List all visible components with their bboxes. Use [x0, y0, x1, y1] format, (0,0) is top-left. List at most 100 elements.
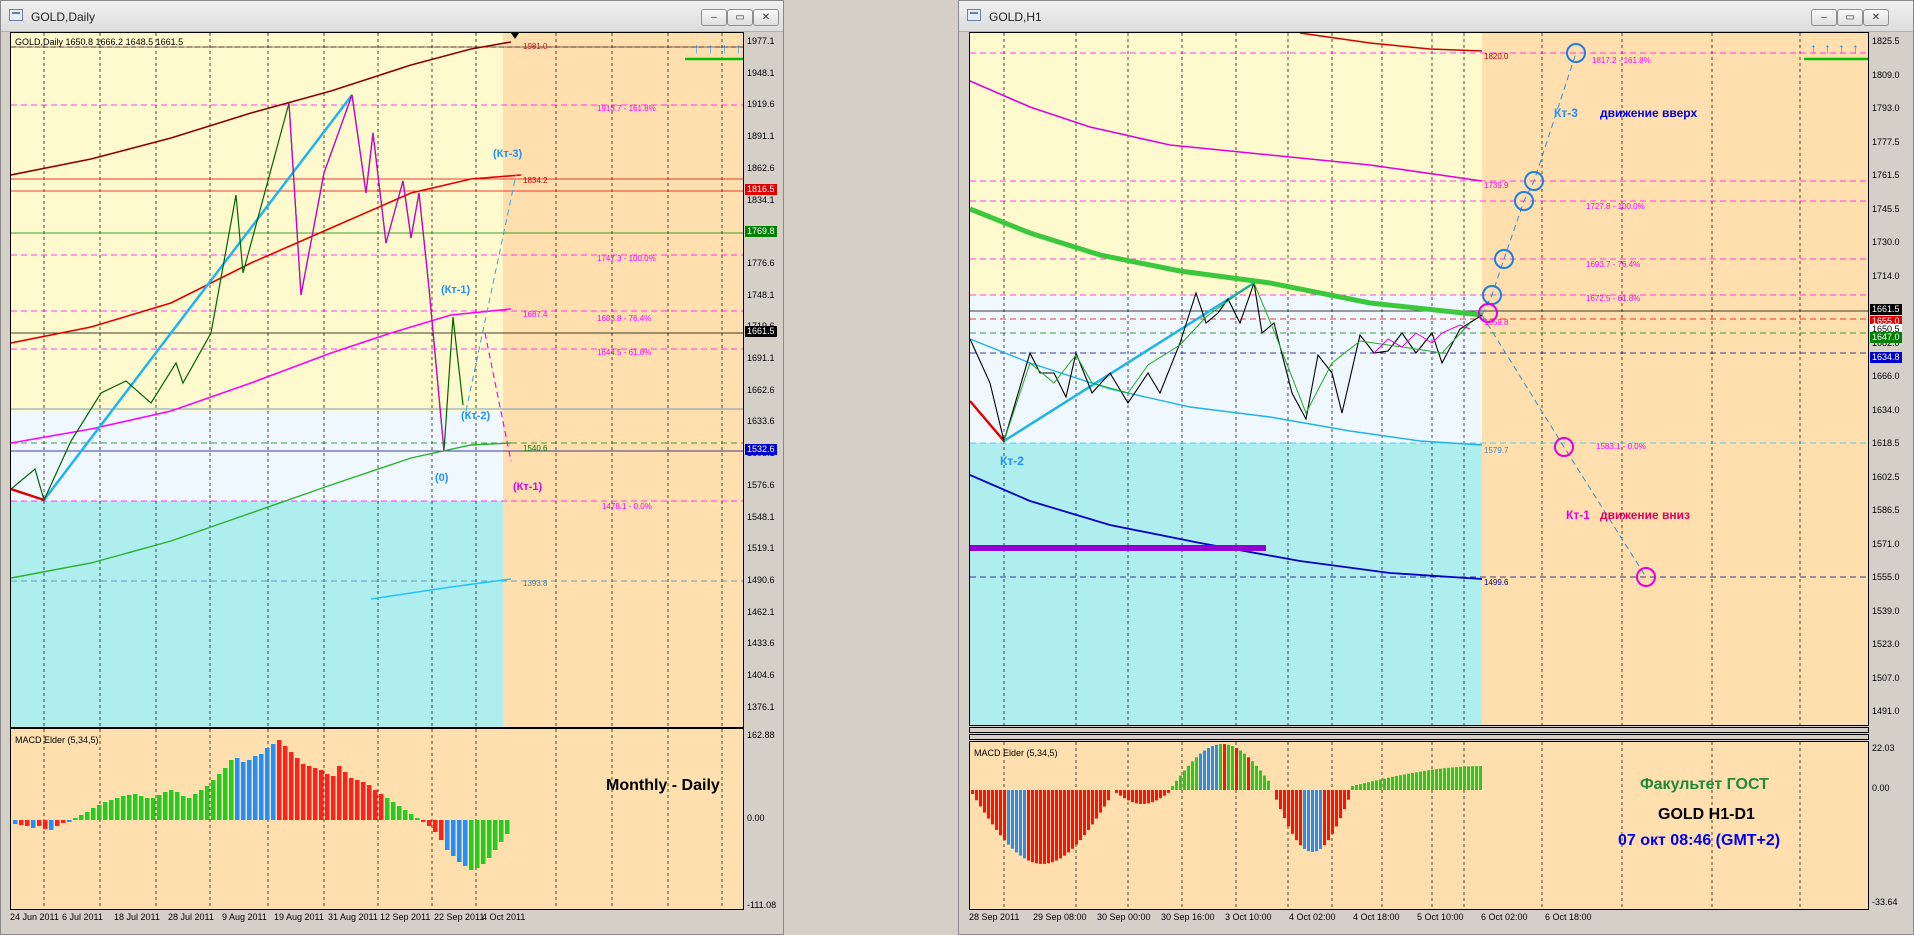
h1-price-axis: 1825.5 1809.0 1793.0 1777.5 1761.5 1745.5 1730…: [1869, 32, 1913, 726]
time-tick: 5 Oct 10:00: [1417, 912, 1464, 922]
macd-bar: [1259, 770, 1262, 790]
macd-bar: [31, 820, 36, 828]
macd-bar: [211, 780, 216, 820]
price-tick: 1490.6: [747, 574, 775, 585]
macd-bar: [193, 794, 198, 820]
minimize-button[interactable]: ‒: [1811, 9, 1837, 26]
macd-bar: [1387, 777, 1390, 790]
macd-tick: 0.00: [747, 813, 765, 823]
price-tag: 1634.8: [1870, 352, 1902, 363]
level-label: 1739.9: [1484, 181, 1509, 190]
h1-price-pane[interactable]: ↑ ↑ ↑ ↑ 1820.0 1817.2 - 161.8% 1739.9 1727.8 - …: [969, 32, 1869, 726]
daily-macd-pane[interactable]: MACD Elder (5,34,5) Monthly - Daily: [10, 728, 744, 910]
macd-bar: [1367, 782, 1370, 790]
wave-label-zero: (0): [435, 472, 449, 484]
macd-bar: [439, 820, 444, 840]
macd-bar: [1355, 785, 1358, 790]
level-label: 1540.6: [523, 444, 548, 453]
macd-bar: [975, 790, 978, 801]
macd-tick: -33.64: [1872, 897, 1898, 907]
macd-bar: [415, 818, 420, 820]
level-label: 1747.3 - 100.0%: [597, 254, 656, 263]
price-tick: 1776.6: [747, 257, 775, 268]
price-tick: 1730.0: [1872, 237, 1900, 247]
macd-bar: [145, 798, 150, 820]
macd-bar: [505, 820, 510, 834]
macd-bar: [313, 768, 318, 820]
level-label: 1687.4: [523, 310, 548, 319]
macd-bar: [1263, 775, 1266, 790]
macd-bar: [1171, 786, 1174, 790]
macd-bar: [1363, 783, 1366, 790]
macd-bar: [283, 746, 288, 820]
macd-bar: [199, 790, 204, 820]
h1-chart-window[interactable]: GOLD,H1 ‒ ▭ ✕ ↑ ↑ ↑ ↑ 1820.0 1817.2 - 161.8% 1…: [958, 0, 1914, 935]
macd-bar: [373, 790, 378, 820]
maximize-button[interactable]: ▭: [727, 9, 753, 26]
h1-time-axis: 28 Sep 2011 29 Sep 08:00 30 Sep 00:00 30 Se…: [969, 911, 1869, 929]
wave-label-kt1: Кт-1: [1566, 508, 1590, 522]
price-tick: 1404.6: [747, 670, 775, 680]
macd-bar: [1359, 784, 1362, 790]
maximize-button[interactable]: ▭: [1837, 9, 1863, 26]
macd-bar: [379, 794, 384, 820]
wave-label-kt2: (Кт-2): [461, 410, 491, 422]
minimize-button[interactable]: ‒: [701, 9, 727, 26]
price-tag: 1769.8: [745, 226, 777, 237]
macd-bar: [289, 752, 294, 820]
time-tick: 29 Sep 08:00: [1033, 912, 1087, 922]
macd-bar: [1039, 790, 1042, 864]
macd-bar: [999, 790, 1002, 836]
macd-bar: [1379, 779, 1382, 790]
macd-bar: [1459, 766, 1462, 790]
macd-bar: [1339, 790, 1342, 819]
time-tick: 22 Sep 2011: [434, 912, 485, 922]
zone-middle: [11, 411, 503, 501]
daily-price-pane[interactable]: ↑ ↑ ↑ ↑ 1981.0 1913.7 - 161.8% 1834.2 1747.3 - …: [10, 32, 744, 728]
macd-bar: [1415, 772, 1418, 790]
macd-bar: [67, 820, 72, 822]
macd-bar: [361, 782, 366, 820]
macd-bar: [1191, 761, 1194, 790]
price-tick: 1507.0: [1872, 672, 1900, 683]
close-button[interactable]: ✕: [753, 9, 779, 26]
level-label: 1913.7 - 161.8%: [597, 104, 656, 113]
price-tick: 1793.0: [1872, 103, 1900, 113]
price-tick: 1662.6: [747, 384, 775, 395]
time-tick: 28 Jul 2011: [168, 912, 214, 922]
price-tick: 1666.0: [1872, 371, 1900, 381]
macd-bar: [1223, 744, 1226, 790]
macd-bar: [1035, 790, 1038, 864]
h1-window-titlebar[interactable]: GOLD,H1 ‒ ▭ ✕: [959, 1, 1913, 32]
daily-window-titlebar[interactable]: GOLD,Daily ‒ ▭ ✕: [1, 1, 783, 32]
macd-bar: [1395, 776, 1398, 790]
macd-bar: [319, 770, 324, 820]
macd-bar: [451, 820, 456, 856]
close-button[interactable]: ✕: [1863, 9, 1889, 26]
h1-price-plot: ↑ ↑ ↑ ↑ 1820.0 1817.2 - 161.8% 1739.9 1727.8 - …: [970, 33, 1868, 725]
macd-bar: [1207, 747, 1210, 790]
macd-bar: [971, 790, 974, 794]
macd-bar: [1475, 766, 1478, 790]
macd-bar: [79, 815, 84, 820]
daily-chart-window[interactable]: GOLD,Daily ‒ ▭ ✕ ↑ ↑ ↑ ↑ 1981.0 1913.7 - 161.…: [0, 0, 784, 935]
macd-bar: [151, 798, 156, 820]
macd-bar: [163, 792, 168, 820]
macd-bar: [1211, 746, 1214, 790]
macd-bar: [1299, 790, 1302, 846]
macd-bar: [1155, 790, 1158, 801]
macd-bar: [1391, 776, 1394, 790]
macd-bar: [1055, 790, 1058, 861]
macd-bar: [1163, 790, 1166, 796]
price-tick: 1571.0: [1872, 538, 1900, 549]
macd-bar: [1463, 766, 1466, 790]
h1-macd-pane[interactable]: MACD Elder (5,34,5) Факультет ГОСТ GOLD …: [969, 741, 1869, 910]
macd-bar: [1095, 790, 1098, 819]
time-tick: 9 Aug 2011: [222, 912, 267, 922]
macd-bar: [1375, 780, 1378, 790]
price-tick: 1491.0: [1872, 706, 1900, 716]
daily-price-axis: 1977.11948.11919.61891.11862.61834.11805…: [744, 32, 784, 728]
macd-bar: [1231, 746, 1234, 790]
macd-bar: [391, 802, 396, 820]
macd-bar: [97, 805, 102, 820]
